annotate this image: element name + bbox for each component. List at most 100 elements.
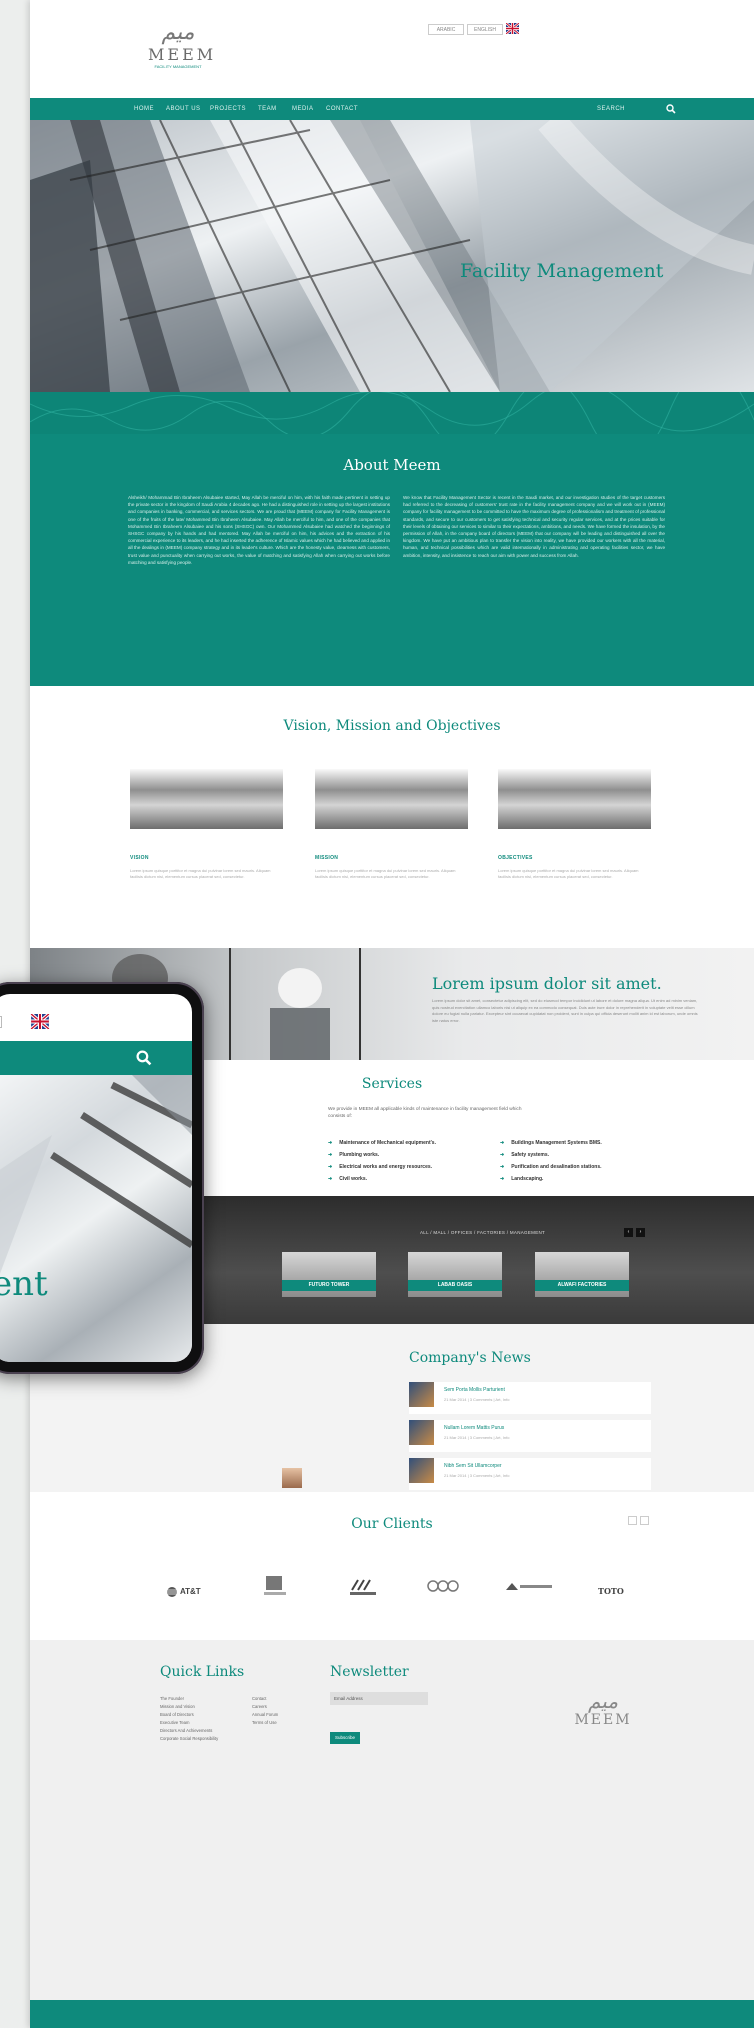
footer-link[interactable]: The Founder <box>160 1696 184 1701</box>
search-icon[interactable] <box>666 104 676 114</box>
objectives-label: OBJECTIVES <box>498 855 533 861</box>
news-thumbnail <box>409 1382 434 1407</box>
mission-image <box>315 769 468 829</box>
hero-banner: Facility Management <box>30 120 754 392</box>
project-caption: LABAB OASIS <box>408 1280 502 1291</box>
hero-title: Facility Management <box>460 260 664 282</box>
project-card[interactable]: ALWAFI FACTORIES <box>535 1252 629 1297</box>
testimonial-avatar <box>282 1468 302 1488</box>
footer-logo-arabic: ميم <box>587 1689 619 1713</box>
leaf-pattern-strip <box>30 365 754 461</box>
footer-link[interactable]: Corporate Social Responsibility <box>160 1736 218 1741</box>
mobily-client-logo <box>350 1579 376 1595</box>
project-filter[interactable]: ALL / MALL / OFFICES / FACTORIES / MANAG… <box>420 1230 545 1235</box>
news-item-meta: 21 Mar 2014 | 3 Comments | Art, Info <box>444 1435 510 1440</box>
footer-link[interactable]: Annual Forum <box>252 1712 278 1717</box>
newsletter-title: Newsletter <box>330 1664 409 1680</box>
nav-about[interactable]: ABOUT US <box>166 98 201 120</box>
phone-screen: ent <box>0 994 192 1362</box>
about-column-1: Alsheikh/ Mohammad Bin Ibraheem Alsubaie… <box>128 495 390 565</box>
phone-hero <box>0 1075 192 1362</box>
project-card[interactable]: FUTURO TOWER <box>282 1252 376 1297</box>
nav-projects[interactable]: PROJECTS <box>210 98 246 120</box>
footer-link[interactable]: Careers <box>252 1704 267 1709</box>
vision-text: Lorem ipsum quisque porttitor et magna d… <box>130 868 271 879</box>
site-logo[interactable]: ميم MEEM FACILITY MANAGEMENT <box>148 20 217 69</box>
nav-contact[interactable]: CONTACT <box>326 98 358 120</box>
news-item-meta: 21 Mar 2014 | 3 Comments | Art, Info <box>444 1473 510 1478</box>
vision-section: Vision, Mission and Objectives VISION Lo… <box>30 686 754 948</box>
phone-hero-graphic <box>0 1075 192 1274</box>
projects-next-button[interactable]: › <box>636 1228 645 1237</box>
about-title: About Meem <box>343 456 441 474</box>
footer-link[interactable]: Board of Directors <box>160 1712 194 1717</box>
mission-card[interactable]: MISSION Lorem ipsum quisque porttitor et… <box>315 769 468 880</box>
news-item[interactable]: Sem Porta Mollis Parturient 21 Mar 2014 … <box>409 1382 651 1414</box>
service-item: ➜ Buildings Management Systems BMS. <box>500 1140 602 1146</box>
rings-client-logo <box>427 1580 459 1592</box>
news-item-title[interactable]: Nullam Lorem Mattis Purus <box>444 1425 504 1431</box>
about-section: About Meem Alsheikh/ Mohammad Bin Ibrahe… <box>30 434 754 686</box>
logo-text: MEEM <box>148 45 217 64</box>
logo-arabic: ميم <box>161 20 195 45</box>
client-logo-toto: TOTO <box>598 1586 624 1596</box>
clients-next-button[interactable] <box>640 1516 649 1525</box>
service-item: ➜ Landscaping. <box>500 1176 544 1182</box>
news-item-title[interactable]: Nibh Sem Sit Ullamcorper <box>444 1463 502 1469</box>
search-icon[interactable] <box>136 1050 152 1066</box>
georgia-pacific-client-logo <box>506 1583 552 1590</box>
news-item[interactable]: Nullam Lorem Mattis Purus 21 Mar 2014 | … <box>409 1420 651 1452</box>
nav-team[interactable]: TEAM <box>258 98 277 120</box>
footer-link[interactable]: Executive Team <box>160 1720 189 1725</box>
project-caption: FUTURO TOWER <box>282 1280 376 1291</box>
clients-prev-button[interactable] <box>628 1516 637 1525</box>
news-item-meta: 21 Mar 2014 | 3 Comments | Art, Info <box>444 1397 510 1402</box>
building-client-logo <box>264 1576 286 1595</box>
vision-image <box>130 769 283 829</box>
service-item: ➜ Maintenance of Mechanical equipment's. <box>328 1140 436 1146</box>
client-logo-att: AT&T <box>166 1586 201 1598</box>
quick-links-title: Quick Links <box>160 1664 245 1680</box>
phone-nav <box>0 1041 192 1075</box>
nav-home[interactable]: HOME <box>134 98 154 120</box>
email-field[interactable]: Email Address <box>330 1692 428 1705</box>
objectives-text: Lorem ipsum quisque porttitor et magna d… <box>498 868 639 879</box>
footer-link[interactable]: Terms of Use <box>252 1720 277 1725</box>
service-item: ➜ Electrical works and energy resources. <box>328 1164 433 1170</box>
vision-label: VISION <box>130 855 149 861</box>
lorem-title: Lorem ipsum dolor sit amet. <box>432 974 662 993</box>
news-thumbnail <box>409 1458 434 1483</box>
projects-prev-button[interactable]: ‹ <box>624 1228 633 1237</box>
footer-link[interactable]: Mission and Vision <box>160 1704 195 1709</box>
news-title: Company's News <box>409 1350 531 1366</box>
uk-flag-icon[interactable] <box>29 1014 51 1029</box>
main-nav: HOME ABOUT US PROJECTS TEAM MEDIA CONTAC… <box>30 98 754 120</box>
nav-search-label[interactable]: SEARCH <box>597 98 625 120</box>
language-english-box[interactable]: ENGLISH <box>467 24 503 35</box>
vision-card[interactable]: VISION Lorem ipsum quisque porttitor et … <box>130 769 283 880</box>
project-caption: ALWAFI FACTORIES <box>535 1280 629 1291</box>
pattern-graphic <box>30 365 754 461</box>
objectives-image <box>498 769 651 829</box>
nav-media[interactable]: MEDIA <box>292 98 314 120</box>
objectives-card[interactable]: OBJECTIVES Lorem ipsum quisque porttitor… <box>498 769 651 880</box>
site-footer: Quick Links The Founder Mission and Visi… <box>30 1640 754 2000</box>
uk-flag-icon[interactable] <box>506 23 519 34</box>
subscribe-button[interactable]: Subscribe <box>330 1732 360 1744</box>
news-item[interactable]: Nibh Sem Sit Ullamcorper 21 Mar 2014 | 3… <box>409 1458 651 1490</box>
footer-link[interactable]: Contact <box>252 1696 266 1701</box>
service-item: ➜ Purification and desalination stations. <box>500 1164 602 1170</box>
language-arabic-box[interactable]: ARABIC <box>428 24 464 35</box>
mission-text: Lorem ipsum quisque porttitor et magna d… <box>315 868 456 879</box>
service-item: ➜ Plumbing works. <box>328 1152 380 1158</box>
services-intro: We provide in MEEM all applicable kinds … <box>328 1107 522 1119</box>
phone-language-box[interactable] <box>0 1016 2 1028</box>
project-card[interactable]: LABAB OASIS <box>408 1252 502 1297</box>
footer-link[interactable]: Directors And Achievements <box>160 1728 212 1733</box>
footer-bar <box>30 2000 754 2028</box>
clients-section: Our Clients AT&T TOTO <box>30 1492 754 1640</box>
news-thumbnail <box>409 1420 434 1445</box>
vision-title: Vision, Mission and Objectives <box>283 718 501 734</box>
service-item: ➜ Safety systems. <box>500 1152 550 1158</box>
news-item-title[interactable]: Sem Porta Mollis Parturient <box>444 1387 505 1393</box>
